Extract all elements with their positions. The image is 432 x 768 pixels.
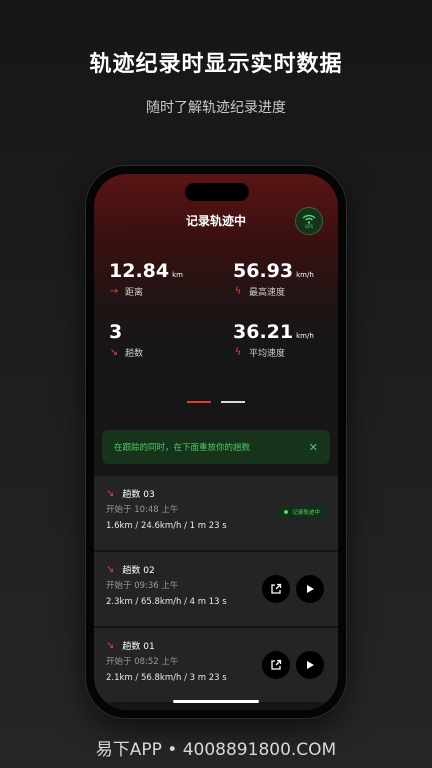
share-button[interactable] (262, 651, 290, 679)
stat-value: 36.21 (233, 321, 294, 343)
trip-start-time: 开始于 08:52 上午 (106, 657, 179, 667)
page-dot[interactable] (221, 401, 245, 403)
stat-value: 12.84 (109, 260, 170, 282)
stat-unit: km/h (296, 271, 314, 279)
toast-text: 在跟踪的同时，在下面重放你的趟数 (114, 443, 251, 453)
arrow-down-right-icon: ↘ (106, 564, 115, 575)
watermark-footer: 易下APP • 4008891800.COM (95, 740, 337, 760)
share-icon (271, 659, 282, 670)
arrow-down-right-icon: ↘ (106, 640, 115, 651)
stat-avg-speed: 36.21 km/h ϟ 平均速度 (233, 321, 314, 359)
stat-trips: 3 ↘ 趟数 (109, 321, 143, 359)
home-indicator[interactable] (173, 700, 259, 703)
stat-max-speed: 56.93 km/h ϟ 最高速度 (233, 260, 314, 298)
promo-headline: 轨迹纪录时显示实时数据 (89, 52, 343, 77)
stat-distance: 12.84 km → 距离 (109, 260, 183, 298)
badge-text: 记录轨迹中 (292, 510, 320, 516)
trip-start-time: 开始于 10:48 上午 (106, 505, 179, 515)
promo-subline: 随时了解轨迹纪录进度 (146, 100, 286, 116)
stat-unit: km (172, 271, 183, 279)
trip-title: 趟数 01 (122, 642, 155, 652)
share-button[interactable] (262, 575, 290, 603)
signal-icon (302, 214, 316, 224)
trip-title: 趟数 02 (122, 566, 155, 576)
stat-value: 3 (109, 321, 123, 343)
stat-label: 距离 (125, 288, 144, 298)
play-icon (307, 661, 314, 669)
gps-label: GPS (304, 223, 314, 229)
dynamic-island (185, 183, 249, 201)
close-icon[interactable]: ✕ (309, 441, 318, 454)
phone-frame: 记录轨迹中 GPS 12.84 km → 距离 56.93 km/h ϟ 最高速度 3 … (86, 166, 346, 718)
play-button[interactable] (296, 575, 324, 603)
trip-start-time: 开始于 09:36 上午 (106, 581, 179, 591)
trip-title: 趟数 03 (122, 490, 155, 500)
stat-unit: km/h (296, 332, 314, 340)
arrow-down-right-icon: ↘ (109, 347, 119, 358)
gps-status-button[interactable]: GPS (295, 207, 323, 235)
stat-label: 平均速度 (249, 349, 286, 359)
info-toast: 在跟踪的同时，在下面重放你的趟数 ✕ (102, 430, 330, 464)
trip-summary: 1.6km / 24.6km/h / 1 m 23 s (106, 521, 227, 531)
trip-summary: 2.3km / 65.8km/h / 4 m 13 s (106, 597, 227, 607)
arrow-right-icon: → (109, 286, 119, 297)
stat-label: 最高速度 (249, 288, 286, 298)
page-dot-active[interactable] (187, 401, 211, 403)
lightning-icon: ϟ (234, 286, 242, 297)
trip-card[interactable]: ↘ 趟数 01 开始于 08:52 上午 2.1km / 56.8km/h / 3… (94, 628, 338, 702)
stat-value: 56.93 (233, 260, 294, 282)
arrow-down-right-icon: ↘ (106, 488, 115, 499)
app-screen: 记录轨迹中 GPS 12.84 km → 距离 56.93 km/h ϟ 最高速度 3 … (94, 174, 338, 710)
trip-card[interactable]: ↘ 趟数 03 开始于 10:48 上午 1.6km / 24.6km/h / 1… (94, 476, 338, 550)
stat-label: 趟数 (125, 349, 144, 359)
lightning-icon: ϟ (234, 347, 242, 358)
share-icon (271, 583, 282, 594)
recording-badge: 记录轨迹中 (278, 506, 326, 518)
trip-summary: 2.1km / 56.8km/h / 3 m 23 s (106, 673, 227, 683)
trip-card[interactable]: ↘ 趟数 02 开始于 09:36 上午 2.3km / 65.8km/h / 4… (94, 552, 338, 626)
page-indicator[interactable] (94, 401, 338, 403)
play-button[interactable] (296, 651, 324, 679)
play-icon (307, 585, 314, 593)
status-dot-icon (284, 510, 289, 514)
